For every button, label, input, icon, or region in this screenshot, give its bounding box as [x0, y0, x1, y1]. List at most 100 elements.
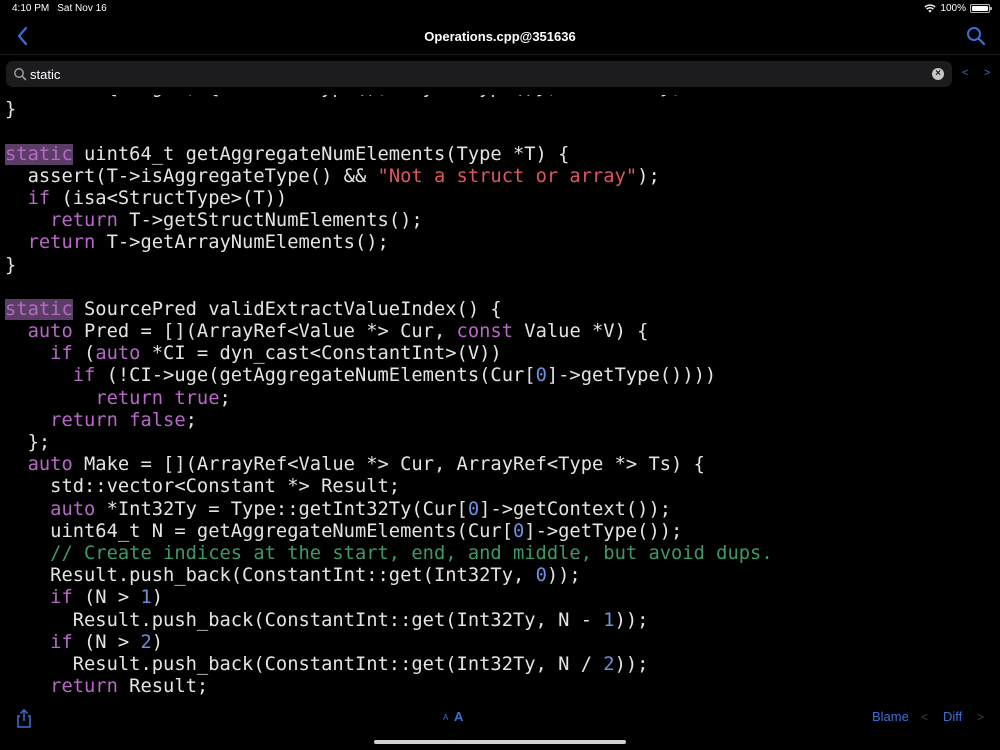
search-field-icon	[14, 68, 27, 81]
code-token: SourcePred validExtractValueIndex() {	[72, 298, 502, 320]
code-token: (N >	[72, 587, 141, 609]
code-token: }	[5, 99, 17, 121]
code-token: "Not a struct or array"	[377, 165, 638, 187]
code-token: true	[174, 387, 220, 409]
code-line: if (N > 2)	[5, 632, 773, 654]
bottom-toolbar: A A Blame < Diff >	[0, 697, 1000, 750]
next-match-button[interactable]: >	[984, 67, 990, 79]
code-token: Result;	[117, 676, 209, 697]
code-token: }	[5, 254, 17, 276]
code-line: if (!CI->uge(getAggregateNumElements(Cur…	[5, 365, 773, 387]
code-token: Make = [](ArrayRef<Value *> Cur, ArrayRe…	[72, 454, 705, 476]
search-input[interactable]	[30, 61, 910, 87]
previous-revision-button[interactable]: <	[921, 710, 928, 724]
code-token: );	[637, 165, 660, 187]
code-line: static uint64_t getAggregateNumElements(…	[5, 143, 773, 166]
code-token: 2	[603, 653, 615, 675]
clear-search-icon[interactable]: ×	[932, 68, 944, 80]
code-token: 1	[603, 609, 615, 631]
code-token: ;	[185, 409, 197, 431]
code-line: auto *Int32Ty = Type::getInt32Ty(Cur[0]-…	[5, 499, 773, 521]
search-button[interactable]	[964, 24, 988, 48]
home-indicator	[374, 740, 626, 744]
code-line: Result.push_back(ConstantInt::get(Int32T…	[5, 565, 773, 587]
code-line: return Result;	[5, 676, 773, 697]
status-left: 4:10 PM Sat Nov 16	[12, 3, 115, 14]
code-line: }	[5, 255, 773, 277]
code-token: if	[50, 343, 73, 365]
code-line: // Create indices at the start, end, and…	[5, 543, 772, 565]
code-token: std::vector<Constant *> Result;	[5, 476, 401, 498]
code-line: }	[5, 99, 773, 121]
code-token: 2	[140, 631, 152, 653]
code-line: assert(T->isAggregateType() && "Not a st…	[5, 166, 773, 188]
code-token: *CI = dyn_cast<ConstantInt>(V))	[140, 343, 502, 365]
code-token: return	[50, 409, 118, 431]
status-bar: 4:10 PM Sat Nov 16 100%	[0, 0, 1000, 18]
code-token: uint64_t getAggregateNumElements(Type *T…	[72, 143, 570, 165]
code-token: T->getArrayNumElements();	[95, 232, 389, 254]
code-token: auto	[27, 321, 73, 343]
code-token: ));	[546, 565, 581, 587]
blame-button[interactable]: Blame	[872, 709, 909, 724]
code-token: return	[50, 676, 118, 697]
status-time: 4:10 PM	[12, 3, 50, 14]
battery-fill	[972, 6, 988, 11]
code-token: Result.push_back(ConstantInt::get(Int32T…	[5, 565, 536, 587]
status-date: Sat Nov 16	[57, 3, 107, 14]
code-view[interactable]: return {Weight, {sizedPtrType(), anyIntT…	[0, 95, 1000, 697]
diff-button[interactable]: Diff	[943, 709, 962, 724]
code-token: return {Weight, {sizedPtrType(), anyIntT…	[5, 95, 683, 98]
battery-percent: 100%	[940, 3, 966, 14]
code-token: *Int32Ty = Type::getInt32Ty(Cur[	[95, 498, 468, 520]
search-match-highlight: static	[5, 298, 73, 320]
search-bar: ×	[6, 61, 952, 87]
previous-match-button[interactable]: <	[962, 67, 968, 79]
page-title: Operations.cpp@351636	[424, 29, 576, 44]
decrease-font-button[interactable]: A	[443, 713, 448, 722]
code-token: ));	[614, 609, 649, 631]
next-revision-button[interactable]: >	[977, 710, 984, 724]
search-match-highlight: static	[5, 143, 73, 165]
code-token: Result.push_back(ConstantInt::get(Int32T…	[5, 609, 604, 631]
code-token: 0	[512, 520, 525, 542]
code-token: (	[72, 343, 96, 365]
code-line: static SourcePred validExtractValueIndex…	[5, 298, 773, 321]
code-line: Result.push_back(ConstantInt::get(Int32T…	[5, 654, 773, 676]
increase-font-button[interactable]: A	[454, 709, 463, 724]
code-token: if	[50, 587, 73, 609]
code-token: const	[456, 321, 513, 343]
code-line: return {Weight, {sizedPtrType(), anyIntT…	[5, 95, 773, 99]
code-token: return	[50, 210, 118, 232]
share-button[interactable]	[14, 708, 34, 730]
code-token: ;	[219, 387, 231, 409]
code-token: ]->getContext());	[479, 498, 672, 520]
code-token: Value *V) {	[513, 321, 649, 343]
code-line: return T->getStructNumElements();	[5, 210, 773, 232]
code-token: T->getStructNumElements();	[117, 210, 423, 232]
code-line: std::vector<Constant *> Result;	[5, 476, 773, 498]
nav-bar: Operations.cpp@351636	[0, 18, 1000, 55]
code-token: 1	[140, 587, 152, 609]
search-icon	[967, 27, 986, 46]
code-lines: return {Weight, {sizedPtrType(), anyIntT…	[5, 95, 773, 697]
code-line: auto Make = [](ArrayRef<Value *> Cur, Ar…	[5, 454, 773, 476]
code-token: Pred = [](ArrayRef<Value *> Cur,	[72, 321, 457, 343]
code-token: 0	[535, 565, 547, 587]
code-token: return	[95, 387, 164, 409]
code-line: if (isa<StructType>(T))	[5, 188, 773, 210]
code-token: 0	[467, 498, 480, 520]
code-token: if	[27, 187, 51, 209]
